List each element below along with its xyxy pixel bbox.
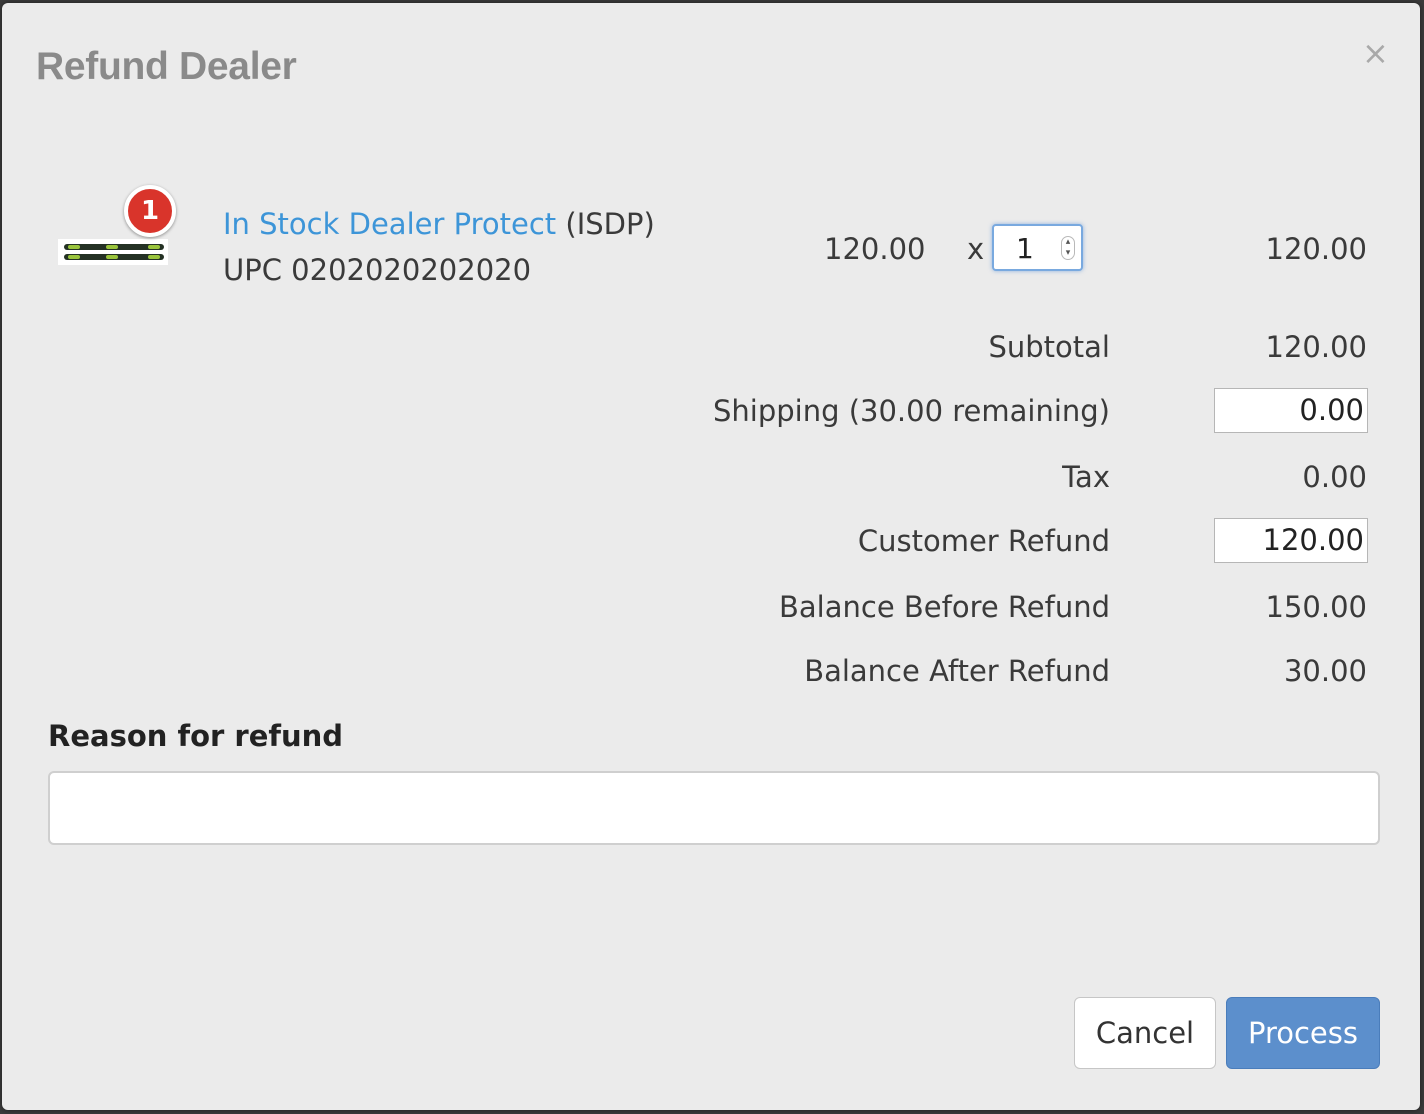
close-icon[interactable]: × (1362, 37, 1389, 69)
quantity-badge: 1 (124, 185, 176, 237)
product-name-link[interactable]: In Stock Dealer Protect (223, 207, 556, 241)
product-upc: UPC 0202020202020 (223, 253, 532, 287)
product-code: (ISDP) (565, 207, 655, 241)
times-sign: x (967, 232, 985, 266)
balance-after-label: Balance After Refund (804, 654, 1110, 688)
subtotal-value: 120.00 (1265, 330, 1367, 364)
dialog-title: Refund Dealer (36, 45, 297, 88)
customer-refund-label: Customer Refund (857, 524, 1110, 558)
tax-label: Tax (1062, 460, 1110, 494)
reason-label: Reason for refund (48, 719, 344, 753)
process-button[interactable]: Process (1226, 997, 1380, 1069)
balance-before-value: 150.00 (1265, 590, 1367, 624)
shipping-input[interactable]: 0.00 (1214, 388, 1368, 433)
ski-shape (64, 244, 164, 250)
reason-input[interactable] (48, 771, 1380, 845)
quantity-stepper[interactable]: 1 ▴ ▾ (992, 224, 1083, 271)
ski-shape (64, 254, 164, 260)
product-thumbnail (58, 239, 168, 265)
spinner-arrows-icon[interactable]: ▴ ▾ (1061, 236, 1075, 260)
balance-after-value: 30.00 (1283, 654, 1367, 688)
unit-price: 120.00 (824, 232, 926, 266)
tax-value: 0.00 (1302, 460, 1367, 494)
customer-refund-input[interactable]: 120.00 (1214, 518, 1368, 563)
line-total: 120.00 (1265, 232, 1367, 266)
shipping-label: Shipping (30.00 remaining) (712, 394, 1110, 428)
product-title: In Stock Dealer Protect (ISDP) (223, 207, 655, 241)
subtotal-label: Subtotal (988, 330, 1110, 364)
quantity-value[interactable]: 1 (1016, 232, 1034, 265)
cancel-button[interactable]: Cancel (1074, 997, 1216, 1069)
refund-dealer-dialog: Refund Dealer × 1 In Stock Dealer Protec… (2, 3, 1420, 1110)
balance-before-label: Balance Before Refund (779, 590, 1110, 624)
